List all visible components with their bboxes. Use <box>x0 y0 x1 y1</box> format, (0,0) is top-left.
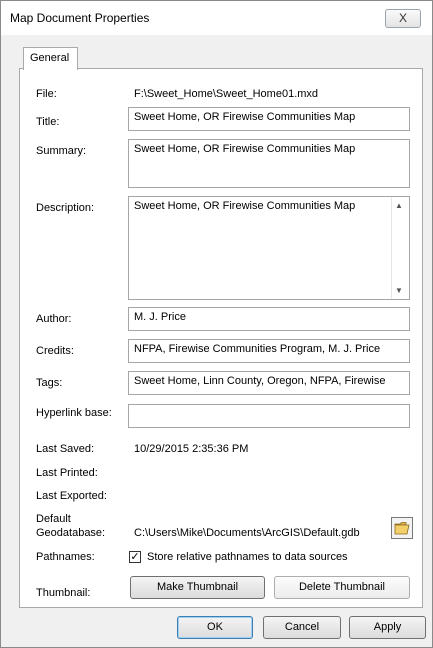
map-document-properties-dialog: Map Document Properties X General File: … <box>0 0 433 648</box>
default-gdb-label-line2: Geodatabase: <box>36 527 106 539</box>
make-thumbnail-label: Make Thumbnail <box>156 581 239 593</box>
title-field[interactable]: Sweet Home, OR Firewise Communities Map <box>128 107 410 131</box>
credits-label: Credits: <box>36 345 74 357</box>
description-label: Description: <box>36 202 95 214</box>
hyperlink-base-field[interactable] <box>128 404 410 428</box>
cancel-label: Cancel <box>284 621 320 633</box>
summary-label: Summary: <box>36 145 87 157</box>
checkmark-icon: ✓ <box>130 551 140 563</box>
last-exported-label: Last Exported: <box>36 490 107 502</box>
browse-geodatabase-button[interactable] <box>391 517 413 539</box>
tags-field[interactable]: Sweet Home, Linn County, Oregon, NFPA, F… <box>128 371 410 395</box>
delete-thumbnail-button[interactable]: Delete Thumbnail <box>274 576 410 599</box>
file-label: File: <box>36 88 57 100</box>
title-label: Title: <box>36 116 60 128</box>
ok-button[interactable]: OK <box>177 616 253 639</box>
tab-general[interactable]: General <box>23 47 78 70</box>
author-field[interactable]: M. J. Price <box>128 307 410 331</box>
summary-field[interactable]: Sweet Home, OR Firewise Communities Map <box>128 139 410 188</box>
title-bar: Map Document Properties X <box>1 1 432 35</box>
cancel-button[interactable]: Cancel <box>263 616 341 639</box>
title-field-value: Sweet Home, OR Firewise Communities Map <box>134 111 356 123</box>
relative-pathnames-label[interactable]: Store relative pathnames to data sources <box>147 551 348 563</box>
hyperlink-base-label: Hyperlink base: <box>36 407 112 419</box>
author-label: Author: <box>36 313 72 325</box>
apply-label: Apply <box>373 621 402 633</box>
last-printed-label: Last Printed: <box>36 467 98 479</box>
last-saved-value: 10/29/2015 2:35:36 PM <box>134 443 249 455</box>
make-thumbnail-button[interactable]: Make Thumbnail <box>130 576 265 599</box>
window-title: Map Document Properties <box>10 11 150 25</box>
credits-field[interactable]: NFPA, Firewise Communities Program, M. J… <box>128 339 410 363</box>
file-value: F:\Sweet_Home\Sweet_Home01.mxd <box>134 88 319 100</box>
tags-field-value: Sweet Home, Linn County, Oregon, NFPA, F… <box>134 375 386 387</box>
description-scrollbar[interactable]: ▲ ▼ <box>391 197 409 299</box>
scroll-down-icon[interactable]: ▼ <box>395 286 403 295</box>
tags-label: Tags: <box>36 377 63 389</box>
delete-thumbnail-label: Delete Thumbnail <box>298 581 385 593</box>
relative-pathnames-checkbox[interactable]: ✓ <box>129 551 141 563</box>
credits-field-value: NFPA, Firewise Communities Program, M. J… <box>134 343 381 355</box>
folder-icon <box>394 522 410 535</box>
scroll-up-icon[interactable]: ▲ <box>395 201 403 210</box>
close-icon: X <box>398 11 407 25</box>
default-gdb-label-line1: Default <box>36 513 71 525</box>
last-saved-label: Last Saved: <box>36 443 95 455</box>
description-field-value: Sweet Home, OR Firewise Communities Map <box>134 200 356 212</box>
apply-button[interactable]: Apply <box>349 616 426 639</box>
pathnames-label: Pathnames: <box>36 551 95 563</box>
summary-field-value: Sweet Home, OR Firewise Communities Map <box>134 143 356 155</box>
tab-general-label: General <box>30 52 70 64</box>
ok-label: OK <box>207 621 223 633</box>
thumbnail-label: Thumbnail: <box>36 587 91 599</box>
author-field-value: M. J. Price <box>134 311 186 323</box>
description-field[interactable]: Sweet Home, OR Firewise Communities Map … <box>128 196 410 300</box>
close-button[interactable]: X <box>385 9 421 28</box>
default-gdb-value: C:\Users\Mike\Documents\ArcGIS\Default.g… <box>134 527 360 539</box>
